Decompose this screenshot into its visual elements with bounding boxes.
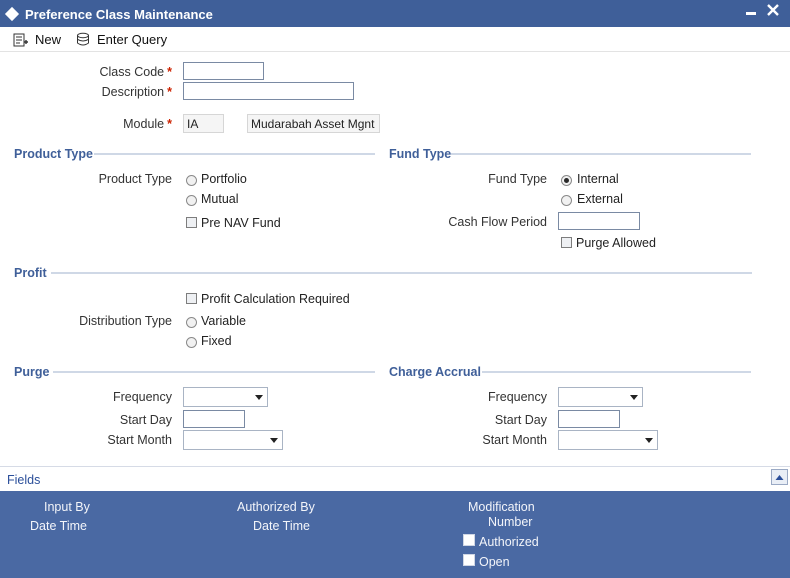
internal-radio[interactable] <box>561 175 572 186</box>
open-checkbox[interactable] <box>463 554 475 566</box>
profit-calculation-required-checkbox[interactable] <box>186 293 197 304</box>
pre-nav-fund-checkbox[interactable] <box>186 217 197 228</box>
purge-section-title: Purge <box>14 365 50 379</box>
open-label: Open <box>479 555 510 569</box>
portfolio-label: Portfolio <box>201 172 247 186</box>
required-mark: * <box>167 85 172 99</box>
fund-type-label: Fund Type <box>488 172 547 186</box>
query-icon <box>77 32 89 45</box>
product-type-label: Product Type <box>98 172 172 186</box>
window-diamond-icon <box>4 6 20 22</box>
date-time-label: Date Time <box>30 519 87 533</box>
module-description-field: Mudarabah Asset Mgnt <box>247 114 380 133</box>
fields-link[interactable]: Fields <box>7 473 40 487</box>
chevron-down-icon <box>630 395 638 400</box>
fixed-radio[interactable] <box>186 337 197 348</box>
description-input[interactable] <box>183 82 354 100</box>
section-divider <box>51 272 752 274</box>
internal-label: Internal <box>577 172 619 186</box>
fund-type-section-title: Fund Type <box>389 147 452 161</box>
section-divider <box>482 371 751 373</box>
class-code-label: Class Code * <box>99 65 173 79</box>
modification-label: Modification <box>468 500 535 514</box>
minimize-icon[interactable] <box>745 3 757 20</box>
required-mark: * <box>167 65 172 79</box>
purge-frequency-select[interactable] <box>183 387 268 407</box>
profit-section-title: Profit <box>14 266 47 280</box>
audit-footer: Input By Date Time Authorized By Date Ti… <box>0 491 790 578</box>
mutual-label: Mutual <box>201 192 239 206</box>
accrual-frequency-label: Frequency <box>487 390 547 404</box>
external-label: External <box>577 192 623 206</box>
distribution-type-label: Distribution Type <box>79 314 172 328</box>
module-code-field: IA <box>183 114 224 133</box>
module-label: Module * <box>123 117 172 131</box>
section-divider <box>451 153 751 155</box>
fixed-label: Fixed <box>201 334 232 348</box>
close-icon[interactable] <box>766 3 780 20</box>
number-label: Number <box>488 515 533 529</box>
external-radio[interactable] <box>561 195 572 206</box>
authorized-label: Authorized <box>479 535 539 549</box>
profit-calculation-required-label: Profit Calculation Required <box>201 292 350 306</box>
purge-start-month-select[interactable] <box>183 430 283 450</box>
enter-query-button[interactable]: Enter Query <box>76 30 167 48</box>
purge-frequency-label: Frequency <box>112 390 172 404</box>
fields-bar: Fields <box>0 466 790 492</box>
portfolio-radio[interactable] <box>186 175 197 186</box>
product-type-section-title: Product Type <box>14 147 93 161</box>
section-divider <box>53 371 375 373</box>
enter-query-label: Enter Query <box>97 31 168 47</box>
mutual-radio[interactable] <box>186 195 197 206</box>
purge-start-day-label: Start Day <box>119 413 172 427</box>
cash-flow-period-label: Cash Flow Period <box>448 215 547 229</box>
variable-label: Variable <box>201 314 246 328</box>
auth-date-time-label: Date Time <box>253 519 310 533</box>
chevron-down-icon <box>255 395 263 400</box>
chevron-down-icon <box>645 438 653 443</box>
new-button[interactable]: New <box>13 30 61 48</box>
collapse-up-icon[interactable] <box>771 469 788 485</box>
pre-nav-fund-label: Pre NAV Fund <box>201 216 281 230</box>
accrual-start-day-input[interactable] <box>558 410 620 428</box>
purge-start-month-label: Start Month <box>107 433 172 447</box>
accrual-start-month-label: Start Month <box>482 433 547 447</box>
required-mark: * <box>167 117 172 131</box>
toolbar: New Enter Query <box>0 27 790 52</box>
accrual-start-month-select[interactable] <box>558 430 658 450</box>
accrual-start-day-label: Start Day <box>494 413 547 427</box>
input-by-label: Input By <box>44 500 90 514</box>
accrual-frequency-select[interactable] <box>558 387 643 407</box>
description-label: Description * <box>101 85 172 99</box>
new-record-icon <box>13 33 28 46</box>
window-title: Preference Class Maintenance <box>25 7 213 22</box>
variable-radio[interactable] <box>186 317 197 328</box>
purge-start-day-input[interactable] <box>183 410 245 428</box>
class-code-input[interactable] <box>183 62 264 80</box>
title-bar: Preference Class Maintenance <box>0 0 790 28</box>
purge-allowed-checkbox[interactable] <box>561 237 572 248</box>
authorized-checkbox[interactable] <box>463 534 475 546</box>
authorized-by-label: Authorized By <box>237 500 315 514</box>
purge-allowed-label: Purge Allowed <box>576 236 656 250</box>
chevron-down-icon <box>270 438 278 443</box>
charge-accrual-section-title: Charge Accrual <box>389 365 481 379</box>
new-label: New <box>35 31 62 47</box>
cash-flow-period-input[interactable] <box>558 212 640 230</box>
section-divider <box>94 153 375 155</box>
